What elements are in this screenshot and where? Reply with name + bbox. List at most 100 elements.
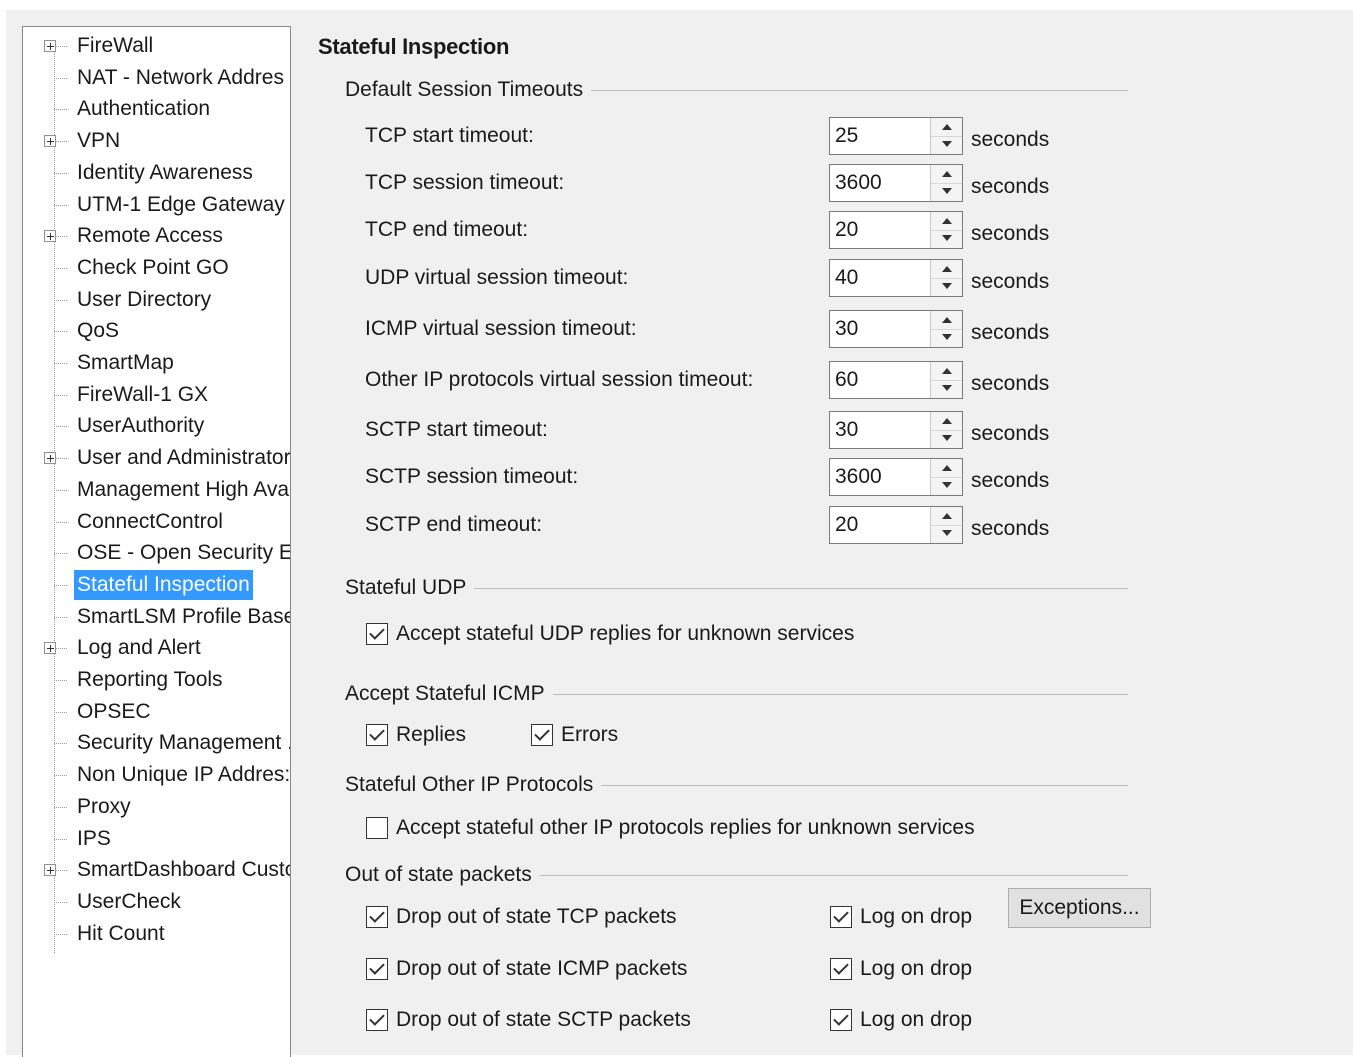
tree-item-qos[interactable]: QoS	[23, 316, 290, 346]
spinbox-buttons	[930, 459, 962, 495]
accept-stateful-other-ip-label[interactable]: Accept stateful other IP protocols repli…	[396, 813, 975, 843]
tree-item-usercheck[interactable]: UserCheck	[23, 887, 290, 917]
accept-stateful-udp-checkbox[interactable]	[366, 623, 388, 645]
tree-item-utm-1-edge-gateway[interactable]: UTM-1 Edge Gateway	[23, 190, 290, 220]
spinbox-value[interactable]: 40	[835, 260, 858, 296]
other-ip-protocols-virtual-session-timeout-spinbox[interactable]: 60	[829, 361, 963, 399]
tree-item-nat-network-addres[interactable]: NAT - Network Addres	[23, 63, 290, 93]
tcp-start-timeout-spinbox[interactable]: 25	[829, 117, 963, 155]
spinbox-value[interactable]: 30	[835, 311, 858, 347]
tree-item-vpn[interactable]: VPN	[23, 126, 290, 156]
expand-plus-icon[interactable]	[44, 230, 56, 243]
spinbox-value[interactable]: 3600	[835, 459, 882, 495]
tcp-end-timeout-spinbox[interactable]: 20	[829, 211, 963, 249]
tree-item-label: Management High Ava	[77, 477, 290, 501]
expand-plus-icon[interactable]	[44, 642, 56, 655]
navigation-tree[interactable]: FireWall NAT - Network Addres Authenticati…	[22, 26, 291, 1057]
tree-item-remote-access[interactable]: Remote Access	[23, 221, 290, 251]
drop-out-of-state-tcp-label[interactable]: Drop out of state TCP packets	[396, 902, 677, 932]
log-on-drop-icmp-checkbox[interactable]	[830, 958, 852, 980]
tree-item-user-directory[interactable]: User Directory	[23, 285, 290, 315]
spin-up-arrow-icon[interactable]	[931, 412, 962, 431]
icmp-virtual-session-timeout-spinbox[interactable]: 30	[829, 310, 963, 348]
tree-item-security-management[interactable]: Security Management .	[23, 728, 290, 758]
tree-item-opsec[interactable]: OPSEC	[23, 697, 290, 727]
tree-item-smartmap[interactable]: SmartMap	[23, 348, 290, 378]
drop-out-of-state-sctp-label[interactable]: Drop out of state SCTP packets	[396, 1005, 691, 1035]
spin-up-arrow-icon[interactable]	[931, 459, 962, 478]
expand-plus-icon[interactable]	[44, 452, 56, 465]
spin-down-arrow-icon[interactable]	[931, 230, 962, 248]
exceptions-button[interactable]: Exceptions...	[1008, 888, 1151, 928]
spinbox-value[interactable]: 20	[835, 507, 858, 543]
tree-item-log-and-alert[interactable]: Log and Alert	[23, 633, 290, 663]
drop-out-of-state-icmp-checkbox[interactable]	[366, 958, 388, 980]
spin-up-arrow-icon[interactable]	[931, 118, 962, 137]
expand-plus-icon[interactable]	[44, 40, 56, 52]
expand-plus-icon[interactable]	[44, 135, 56, 148]
icmp-replies-checkbox[interactable]	[366, 724, 388, 746]
spin-up-arrow-icon[interactable]	[931, 311, 962, 330]
log-on-drop-sctp-checkbox[interactable]	[830, 1009, 852, 1031]
spin-down-arrow-icon[interactable]	[931, 477, 962, 495]
udp-virtual-session-timeout-spinbox[interactable]: 40	[829, 259, 963, 297]
spinbox-value[interactable]: 30	[835, 412, 858, 448]
drop-out-of-state-tcp-checkbox[interactable]	[366, 906, 388, 928]
spinbox-value[interactable]: 60	[835, 362, 858, 398]
spin-down-arrow-icon[interactable]	[931, 329, 962, 347]
spinbox-value[interactable]: 20	[835, 212, 858, 248]
spin-up-arrow-icon[interactable]	[931, 507, 962, 526]
tree-item-proxy[interactable]: Proxy	[23, 792, 290, 822]
accept-stateful-udp-label[interactable]: Accept stateful UDP replies for unknown …	[396, 619, 854, 649]
tree-item-reporting-tools[interactable]: Reporting Tools	[23, 665, 290, 695]
spin-up-arrow-icon[interactable]	[931, 260, 962, 279]
tree-item-ips[interactable]: IPS	[23, 824, 290, 854]
drop-out-of-state-icmp-label[interactable]: Drop out of state ICMP packets	[396, 954, 687, 984]
log-on-drop-icmp-label[interactable]: Log on drop	[860, 954, 972, 984]
tree-connector	[54, 901, 67, 903]
tree-item-user-and-administrator[interactable]: User and Administrator	[23, 443, 290, 473]
log-on-drop-sctp-label[interactable]: Log on drop	[860, 1005, 972, 1035]
spin-down-arrow-icon[interactable]	[931, 430, 962, 448]
tree-item-connectcontrol[interactable]: ConnectControl	[23, 507, 290, 537]
sctp-session-timeout-spinbox[interactable]: 3600	[829, 458, 963, 496]
tree-item-stateful-inspection[interactable]: Stateful Inspection	[23, 569, 290, 600]
tree-item-identity-awareness[interactable]: Identity Awareness	[23, 158, 290, 188]
spin-up-arrow-icon[interactable]	[931, 165, 962, 184]
spin-down-arrow-icon[interactable]	[931, 380, 962, 398]
tree-item-management-high-ava[interactable]: Management High Ava	[23, 475, 290, 505]
log-on-drop-tcp-label[interactable]: Log on drop	[860, 902, 972, 932]
tree-item-label: SmartDashboard Custc	[77, 858, 291, 882]
tree-item-ose-open-security-e[interactable]: OSE - Open Security E	[23, 538, 290, 568]
spin-down-arrow-icon[interactable]	[931, 278, 962, 296]
drop-out-of-state-sctp-checkbox[interactable]	[366, 1009, 388, 1031]
tree-item-smartdashboard-custc[interactable]: SmartDashboard Custc	[23, 855, 291, 885]
tree-item-smartlsm-profile-base[interactable]: SmartLSM Profile Base	[23, 602, 290, 632]
icmp-errors-label[interactable]: Errors	[561, 720, 618, 750]
spin-up-arrow-icon[interactable]	[931, 362, 962, 381]
spin-up-arrow-icon[interactable]	[931, 212, 962, 231]
tree-item-non-unique-ip-addres[interactable]: Non Unique IP Addres:	[23, 760, 290, 790]
tree-item-firewall[interactable]: FireWall	[23, 31, 290, 61]
accept-stateful-other-ip-checkbox[interactable]	[366, 817, 388, 839]
expand-plus-icon[interactable]	[44, 864, 56, 877]
tree-item-label: ConnectControl	[77, 509, 223, 533]
spinbox-value[interactable]: 3600	[835, 165, 882, 201]
icmp-errors-checkbox[interactable]	[531, 724, 553, 746]
tree-item-check-point-go[interactable]: Check Point GO	[23, 253, 290, 283]
tcp-session-timeout-spinbox[interactable]: 3600	[829, 164, 963, 202]
tree-item-authentication[interactable]: Authentication	[23, 94, 290, 124]
icmp-replies-label[interactable]: Replies	[396, 720, 466, 750]
spinbox-value[interactable]: 25	[835, 118, 858, 154]
log-on-drop-tcp-checkbox[interactable]	[830, 906, 852, 928]
spinbox-buttons	[930, 212, 962, 248]
sctp-start-timeout-spinbox[interactable]: 30	[829, 411, 963, 449]
spin-down-arrow-icon[interactable]	[931, 183, 962, 201]
sctp-end-timeout-spinbox[interactable]: 20	[829, 506, 963, 544]
tree-connector	[54, 394, 67, 396]
tree-item-userauthority[interactable]: UserAuthority	[23, 411, 290, 441]
tree-item-hit-count[interactable]: Hit Count	[23, 919, 290, 949]
tree-item-firewall-1-gx[interactable]: FireWall-1 GX	[23, 380, 290, 410]
spin-down-arrow-icon[interactable]	[931, 525, 962, 543]
spin-down-arrow-icon[interactable]	[931, 136, 962, 154]
